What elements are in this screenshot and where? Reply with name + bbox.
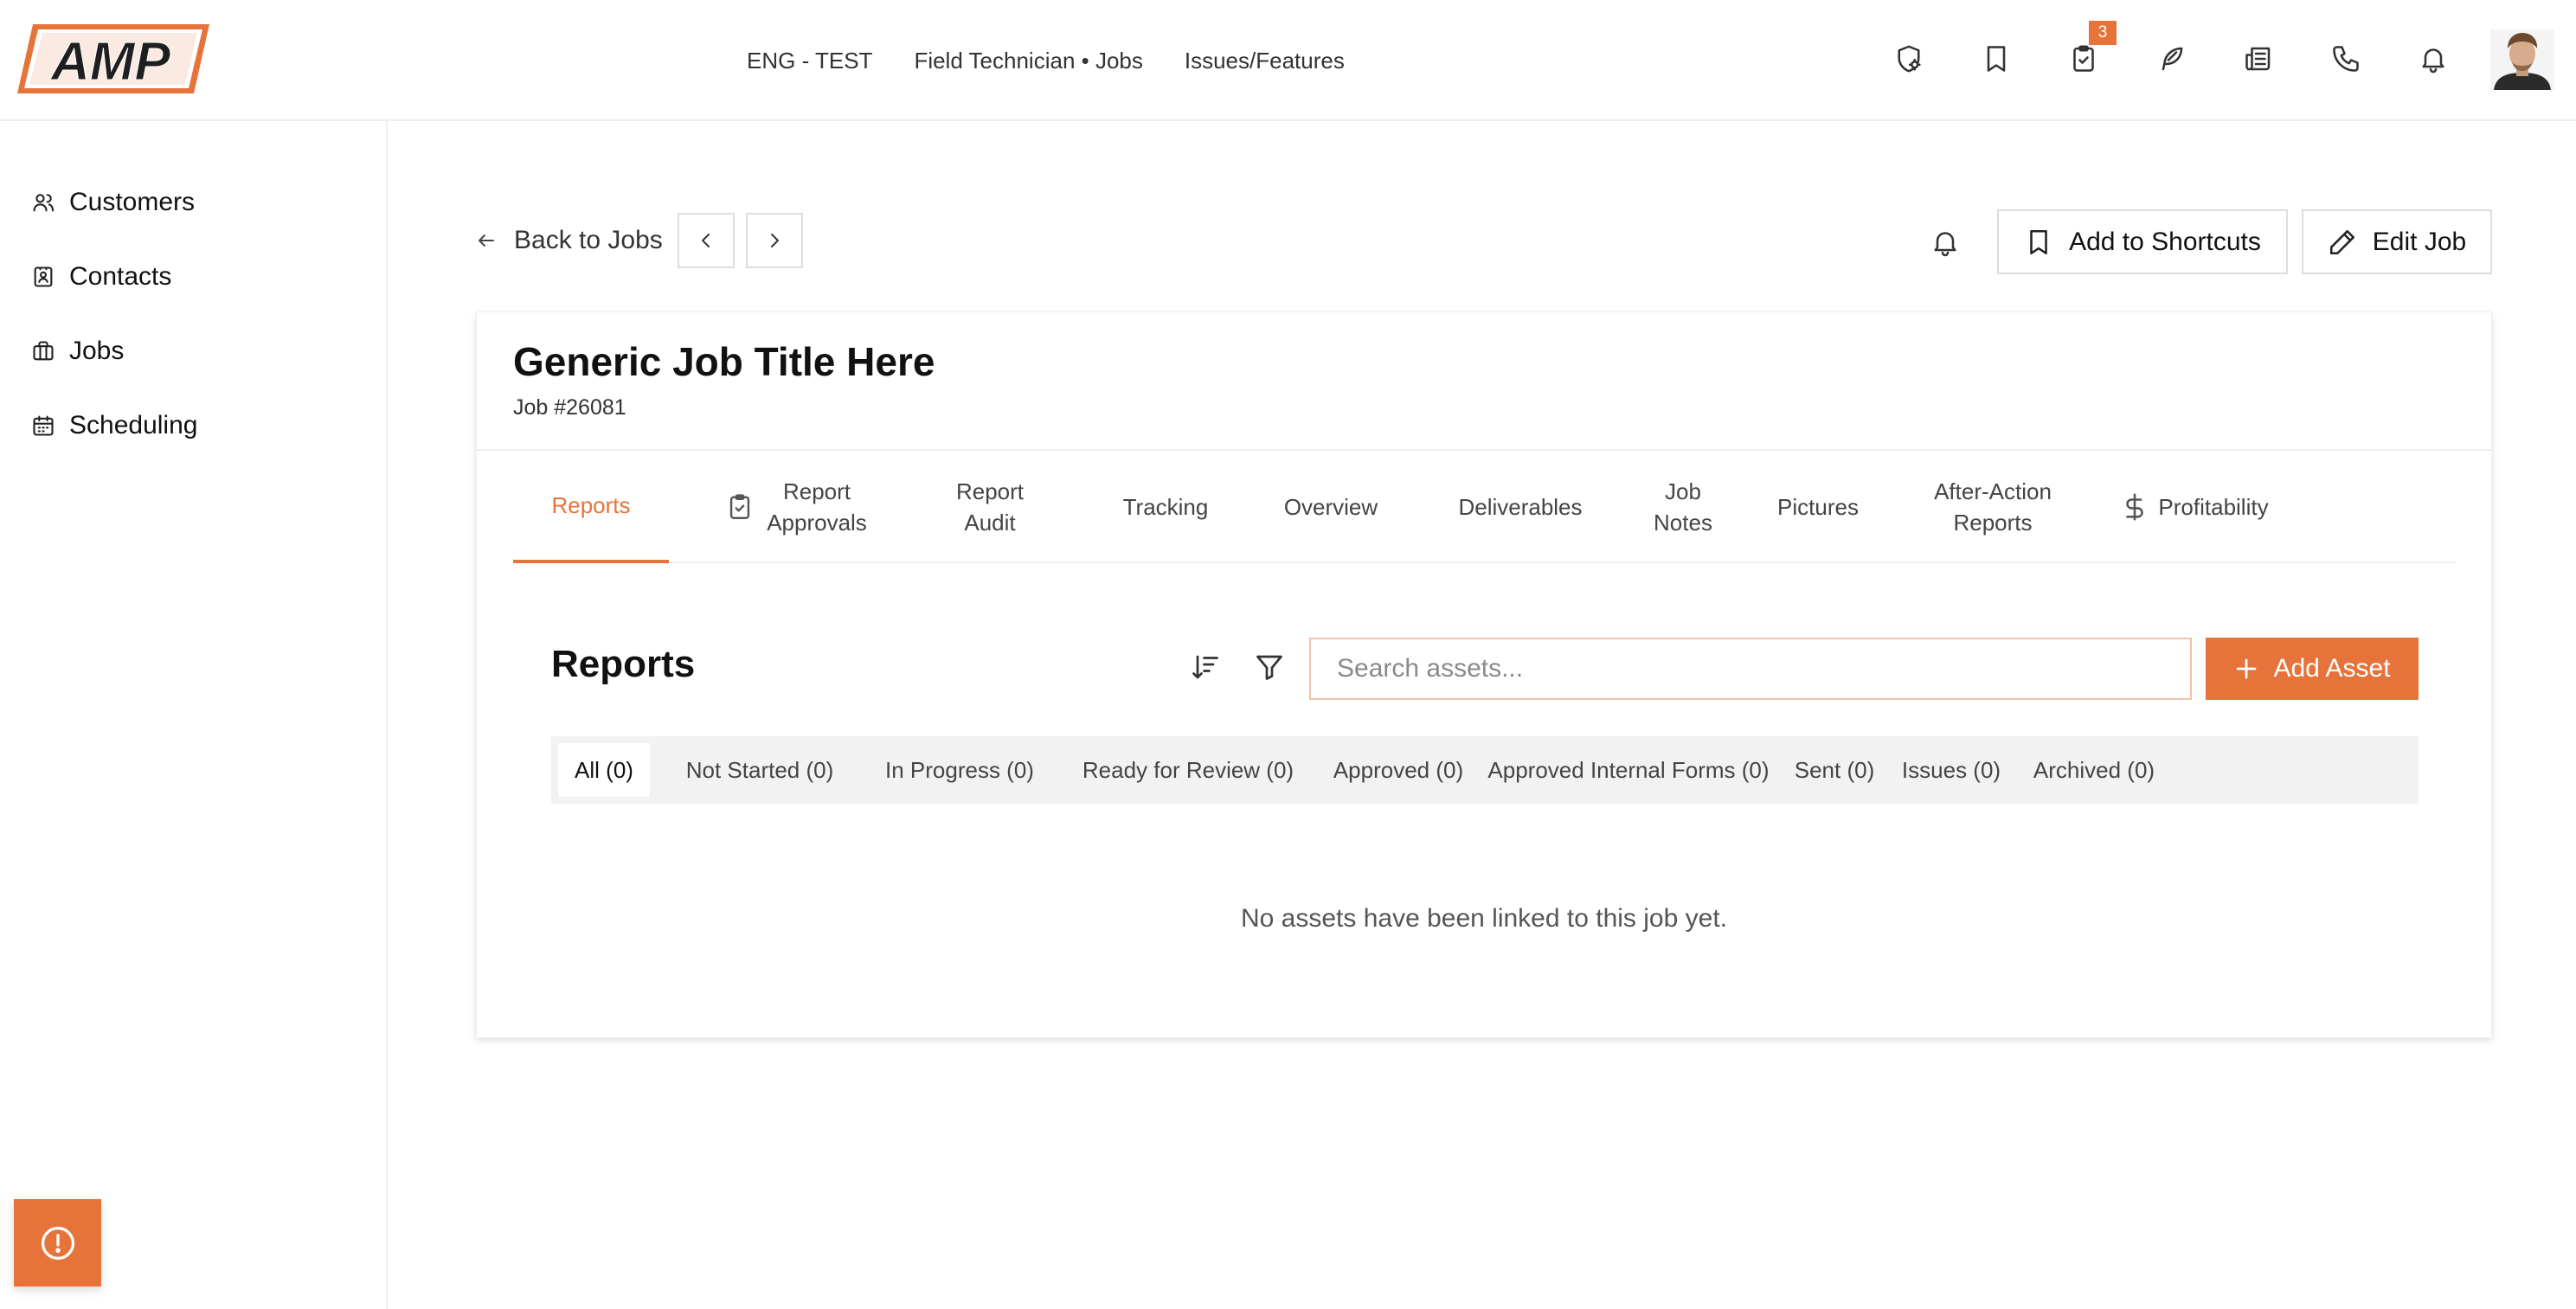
dollar-icon <box>2126 493 2144 521</box>
job-title: Generic Job Title Here <box>513 339 935 384</box>
tab-tracking[interactable]: Tracking <box>1105 451 1226 563</box>
sidebar-item-scheduling[interactable]: Scheduling <box>31 405 197 446</box>
tab-label: Report Approvals <box>767 478 867 536</box>
sidebar-item-label: Customers <box>69 188 196 216</box>
add-asset-label: Add Asset <box>2273 654 2391 683</box>
filter-sent[interactable]: Sent (0) <box>1787 743 1882 797</box>
tab-label: Tracking <box>1122 494 1209 520</box>
filter-not-started[interactable]: Not Started (0) <box>658 743 861 797</box>
top-icon-bar: 3 <box>1892 21 2451 80</box>
tab-label: Profitability <box>2158 494 2269 520</box>
user-avatar[interactable] <box>2490 29 2554 90</box>
task-count-badge: 3 <box>2089 21 2117 45</box>
briefcase-icon <box>33 341 54 361</box>
topnav-field-technician-jobs[interactable]: Field Technician • Jobs <box>914 48 1142 74</box>
status-filter-bar: All (0) Not Started (0) In Progress (0) … <box>551 736 2419 804</box>
tab-pictures[interactable]: Pictures <box>1757 451 1879 563</box>
topnav-eng-test[interactable]: ENG - TEST <box>747 48 872 74</box>
chevron-right-icon <box>771 234 779 247</box>
reports-section-title: Reports <box>551 643 696 685</box>
tab-after-action-reports[interactable]: After-Action Reports <box>1906 451 2079 563</box>
clipboard-check-icon <box>730 494 750 519</box>
alert-circle-icon <box>41 1226 74 1260</box>
back-to-jobs-label: Back to Jobs <box>514 226 663 254</box>
tab-label: Report Audit <box>955 478 1025 536</box>
filter-button[interactable] <box>1252 650 1287 684</box>
shield-gear-icon[interactable] <box>1892 38 1926 80</box>
phone-icon[interactable] <box>2329 38 2363 80</box>
filter-icon <box>1256 655 1282 680</box>
add-to-shortcuts-label: Add to Shortcuts <box>2069 227 2261 256</box>
bookmark-icon <box>2030 229 2047 254</box>
calendar-icon <box>33 415 54 436</box>
plus-icon <box>2237 658 2257 679</box>
sort-button[interactable] <box>1188 650 1223 684</box>
edit-job-button[interactable]: Edit Job <box>2302 209 2492 274</box>
previous-job-button[interactable] <box>678 213 735 268</box>
sidebar-item-label: Contacts <box>69 262 172 291</box>
pencil-icon <box>2329 229 2354 254</box>
sort-icon <box>1192 655 1218 679</box>
empty-state-message: No assets have been linked to this job y… <box>1240 904 1727 933</box>
job-number: Job #26081 <box>513 395 626 420</box>
tab-deliverables[interactable]: Deliverables <box>1434 451 1607 563</box>
next-job-button[interactable] <box>746 213 803 268</box>
filter-approved[interactable]: Approved (0) <box>1327 743 1470 797</box>
newspaper-icon[interactable] <box>2241 38 2276 80</box>
amp-logo[interactable]: AMP <box>14 21 213 97</box>
tab-label: After-Action Reports <box>1934 478 2052 536</box>
job-tabs: Reports Report Approvals Report Audit Trac… <box>513 451 2457 563</box>
filter-issues[interactable]: Issues (0) <box>1891 743 2012 797</box>
feather-icon[interactable] <box>2154 38 2188 80</box>
report-issue-button[interactable] <box>14 1199 101 1287</box>
tab-label: Overview <box>1283 494 1378 520</box>
tab-overview[interactable]: Overview <box>1266 451 1396 563</box>
topnav-issues-features[interactable]: Issues/Features <box>1185 48 1345 74</box>
contact-card-icon <box>34 266 53 287</box>
clipboard-check-icon[interactable]: 3 <box>2066 21 2117 80</box>
sidebar-item-contacts[interactable]: Contacts <box>31 256 171 298</box>
filter-approved-internal-forms[interactable]: Approved Internal Forms (0) <box>1479 743 1778 797</box>
bell-icon[interactable] <box>2416 38 2451 80</box>
tab-label: Job Notes <box>1654 478 1712 536</box>
job-notifications-button[interactable] <box>1926 223 1964 261</box>
logo-text: AMP <box>49 32 170 92</box>
sidebar-item-jobs[interactable]: Jobs <box>31 330 124 372</box>
filter-all[interactable]: All (0) <box>558 743 650 797</box>
arrow-left-icon <box>479 234 494 247</box>
top-bar: AMP ENG - TEST Field Technician • Jobs I… <box>0 0 2576 121</box>
filter-ready-for-review[interactable]: Ready for Review (0) <box>1058 743 1318 797</box>
sidebar-item-label: Scheduling <box>69 411 198 440</box>
bell-icon <box>1934 232 1956 257</box>
sidebar: Customers Contacts Jobs Scheduling <box>0 121 388 1309</box>
tab-profitability[interactable]: Profitability <box>2105 451 2284 563</box>
edit-job-label: Edit Job <box>2372 227 2467 256</box>
tab-reports[interactable]: Reports <box>513 451 669 563</box>
filter-archived[interactable]: Archived (0) <box>2020 743 2168 797</box>
back-to-jobs-link[interactable]: Back to Jobs <box>476 223 663 258</box>
tab-report-approvals[interactable]: Report Approvals <box>705 451 887 563</box>
users-icon <box>33 194 55 212</box>
tab-label: Pictures <box>1777 494 1859 520</box>
job-card: Generic Job Title Here Job #26081 Report… <box>476 311 2492 1038</box>
sidebar-item-customers[interactable]: Customers <box>31 182 195 223</box>
tab-job-notes[interactable]: Job Notes <box>1640 451 1726 563</box>
chevron-left-icon <box>702 234 710 247</box>
sidebar-item-label: Jobs <box>69 337 125 365</box>
search-assets-input[interactable] <box>1309 638 2192 700</box>
bookmark-icon[interactable] <box>1979 38 2014 80</box>
tab-label: Deliverables <box>1458 494 1583 520</box>
add-to-shortcuts-button[interactable]: Add to Shortcuts <box>1997 209 2288 274</box>
filter-in-progress[interactable]: In Progress (0) <box>870 743 1050 797</box>
add-asset-button[interactable]: Add Asset <box>2206 638 2419 700</box>
top-nav: ENG - TEST Field Technician • Jobs Issue… <box>747 45 1345 76</box>
tab-report-audit[interactable]: Report Audit <box>934 451 1046 563</box>
tab-label: Reports <box>551 492 631 518</box>
